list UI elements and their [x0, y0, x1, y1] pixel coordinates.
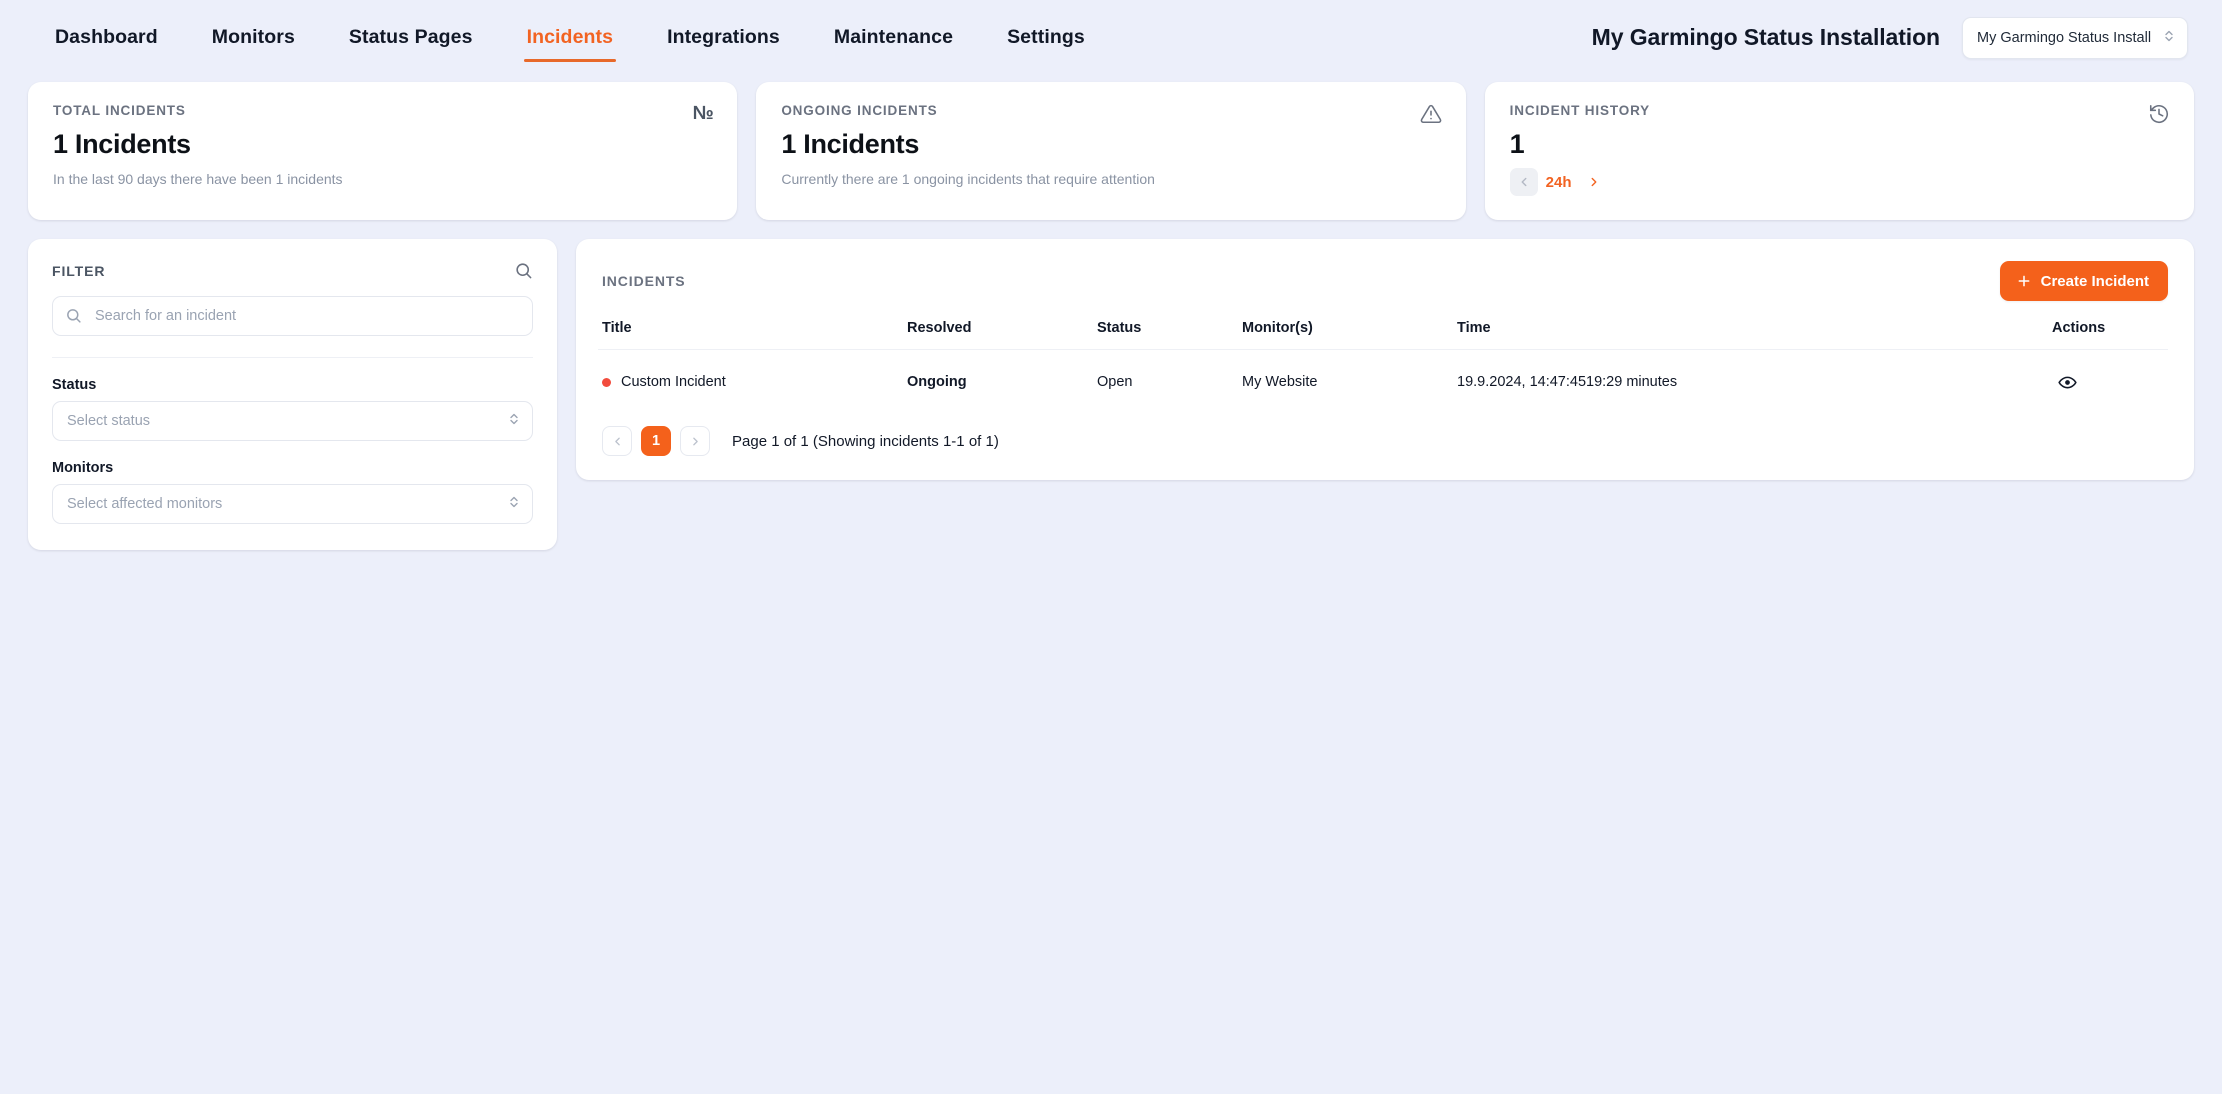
history-range-stepper: 24h — [1509, 168, 2169, 196]
status-dot-icon — [602, 377, 611, 387]
status-select-value: Select status — [67, 413, 151, 429]
card-ongoing-label: ONGOING INCIDENTS — [781, 103, 938, 118]
number-sign-glyph: № — [692, 103, 714, 124]
filter-monitors-group: Monitors Select affected monitors — [52, 460, 533, 524]
card-incident-history: INCIDENT HISTORY 1 24h — [1484, 82, 2194, 220]
nav-label: Status Pages — [348, 26, 473, 48]
filter-divider — [52, 357, 533, 358]
cell-time: 19.9.2024, 14:47:4519:29 minutes — [1457, 374, 1678, 390]
nav-item-dashboard[interactable]: Dashboard — [28, 0, 185, 75]
cell-monitors: My Website — [1242, 374, 1318, 390]
cell-status: Open — [1097, 374, 1133, 390]
filter-header: FILTER — [52, 261, 533, 280]
chevron-up-down-icon — [508, 411, 520, 431]
monitors-select[interactable]: Select affected monitors — [52, 484, 533, 524]
nav-item-integrations[interactable]: Integrations — [640, 0, 807, 75]
filter-panel: FILTER Status Select status Monitors Sel — [28, 239, 557, 550]
create-incident-label: Create Incident — [2040, 272, 2149, 290]
incidents-table-body: Custom Incident Ongoing Open My Website … — [598, 350, 2168, 415]
search-icon — [514, 261, 533, 280]
incidents-title: INCIDENTS — [602, 273, 686, 289]
column-header-actions: Actions — [2048, 320, 2168, 350]
incidents-table: Title Resolved Status Monitor(s) Time Ac… — [598, 320, 2168, 414]
filter-title: FILTER — [52, 262, 106, 279]
history-range-prev-button[interactable] — [1509, 168, 1538, 196]
stat-cards-row: TOTAL INCIDENTS 1 Incidents In the last … — [0, 75, 2222, 220]
column-header-status: Status — [1093, 320, 1238, 350]
number-sign-icon: № — [693, 103, 714, 125]
installation-selector[interactable]: My Garmingo Status Install — [1962, 16, 2188, 59]
cell-title: Custom Incident — [598, 350, 903, 415]
incident-search-input[interactable] — [52, 296, 533, 336]
pagination-page-1-button[interactable]: 1 — [641, 426, 671, 456]
column-header-resolved: Resolved — [903, 320, 1093, 350]
incidents-panel: INCIDENTS Create Incident Title Resolved… — [576, 239, 2194, 480]
nav-label: Incidents — [526, 26, 614, 48]
incident-title-text: Custom Incident — [621, 374, 726, 390]
topbar-right: My Garmingo Status Installation My Garmi… — [1591, 16, 2188, 59]
filter-status-group: Status Select status — [52, 377, 533, 441]
nav-label: Maintenance — [833, 26, 954, 48]
incident-search-wrapper — [52, 296, 533, 336]
nav-label: Settings — [1007, 26, 1085, 48]
status-field-label: Status — [52, 377, 97, 393]
cell-actions — [2048, 350, 2168, 415]
main-content: FILTER Status Select status Monitors Sel — [0, 220, 2222, 550]
monitors-select-value: Select affected monitors — [67, 496, 223, 512]
pagination: 1 Page 1 of 1 (Showing incidents 1-1 of … — [598, 414, 2168, 460]
plus-icon — [2016, 273, 2032, 289]
filter-field-gap — [52, 441, 533, 460]
nav-item-incidents[interactable]: Incidents — [500, 0, 641, 75]
installation-title: My Garmingo Status Installation — [1591, 24, 1940, 50]
installation-selector-value: My Garmingo Status Install — [1977, 29, 2152, 46]
main-nav: Dashboard Monitors Status Pages Incident… — [28, 0, 1112, 75]
history-clock-icon — [2148, 103, 2170, 125]
card-history-value: 1 — [1509, 129, 1525, 159]
eye-icon — [2057, 373, 2077, 392]
nav-item-maintenance[interactable]: Maintenance — [807, 0, 980, 75]
card-total-value: 1 Incidents — [53, 129, 191, 159]
top-navigation-bar: Dashboard Monitors Status Pages Incident… — [0, 0, 2222, 75]
incidents-header: INCIDENTS Create Incident — [598, 261, 2168, 301]
card-total-subtitle: In the last 90 days there have been 1 in… — [53, 171, 343, 187]
table-row[interactable]: Custom Incident Ongoing Open My Website … — [598, 350, 2168, 415]
nav-item-status-pages[interactable]: Status Pages — [322, 0, 500, 75]
cell-resolved: Ongoing — [907, 374, 967, 390]
card-history-label: INCIDENT HISTORY — [1509, 103, 1651, 118]
column-header-title: Title — [598, 320, 903, 350]
card-total-label: TOTAL INCIDENTS — [53, 103, 186, 118]
incident-title-wrapper: Custom Incident — [602, 374, 903, 390]
status-select[interactable]: Select status — [52, 401, 533, 441]
history-range-next-button[interactable] — [1580, 168, 1608, 196]
pagination-next-button[interactable] — [680, 426, 710, 456]
nav-label: Dashboard — [55, 26, 158, 48]
chevron-up-down-icon — [2163, 28, 2175, 48]
monitors-field-label: Monitors — [52, 460, 114, 476]
nav-item-settings[interactable]: Settings — [980, 0, 1112, 75]
table-header-row: Title Resolved Status Monitor(s) Time Ac… — [598, 320, 2168, 350]
warning-triangle-icon — [1420, 103, 1442, 125]
column-header-monitors: Monitor(s) — [1238, 320, 1453, 350]
nav-label: Monitors — [211, 26, 295, 48]
nav-label: Integrations — [667, 26, 780, 48]
chevron-up-down-icon — [508, 494, 520, 514]
history-range-label: 24h — [1545, 173, 1572, 191]
pagination-prev-button[interactable] — [602, 426, 632, 456]
incidents-table-head: Title Resolved Status Monitor(s) Time Ac… — [598, 320, 2168, 350]
card-ongoing-value: 1 Incidents — [781, 129, 920, 159]
card-ongoing-subtitle: Currently there are 1 ongoing incidents … — [781, 171, 1155, 187]
pagination-summary: Page 1 of 1 (Showing incidents 1-1 of 1) — [732, 432, 999, 450]
view-incident-button[interactable] — [2052, 367, 2082, 397]
card-ongoing-incidents: ONGOING INCIDENTS 1 Incidents Currently … — [756, 82, 1466, 220]
card-total-incidents: TOTAL INCIDENTS 1 Incidents In the last … — [28, 82, 738, 220]
column-header-time: Time — [1453, 320, 2048, 350]
search-input-icon — [67, 309, 81, 323]
nav-item-monitors[interactable]: Monitors — [185, 0, 322, 75]
create-incident-button[interactable]: Create Incident — [1999, 261, 2168, 301]
